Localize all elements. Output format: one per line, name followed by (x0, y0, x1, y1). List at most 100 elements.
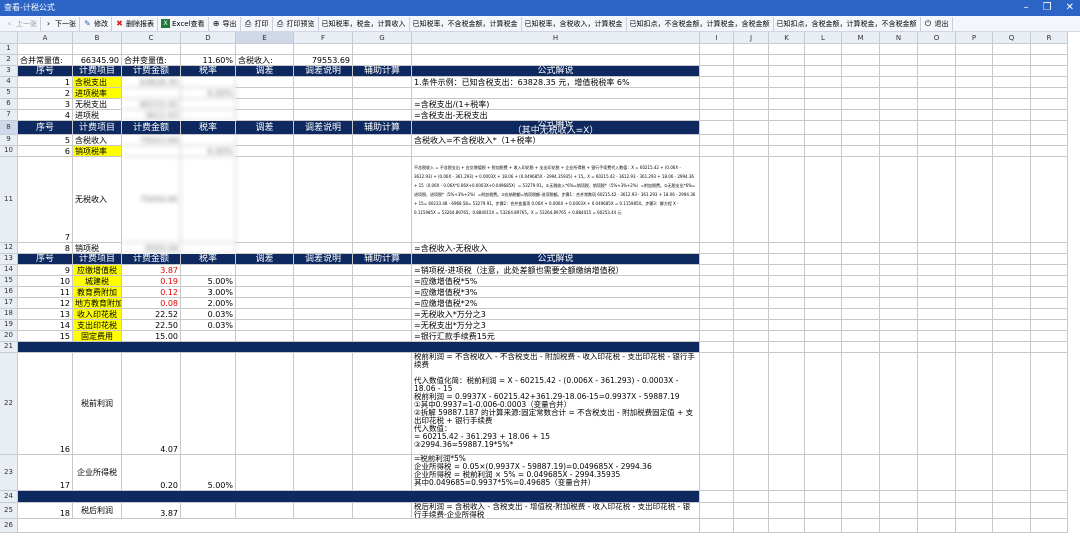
adjust-note-cell[interactable] (294, 265, 353, 276)
empty-cell[interactable] (1031, 157, 1068, 243)
rate-value[interactable] (181, 243, 236, 254)
empty-cell[interactable] (734, 121, 769, 135)
column-header[interactable]: K (769, 32, 805, 44)
adjust-note-cell[interactable] (294, 309, 353, 320)
empty-cell[interactable] (769, 342, 805, 353)
empty-cell[interactable] (1031, 135, 1068, 146)
close-icon[interactable]: ✕ (1066, 0, 1074, 16)
empty-cell[interactable] (880, 135, 918, 146)
empty-cell[interactable] (993, 254, 1031, 265)
empty-cell[interactable] (734, 254, 769, 265)
empty-cell[interactable] (805, 77, 842, 88)
empty-cell[interactable] (769, 243, 805, 254)
empty-cell[interactable] (956, 320, 993, 331)
empty-cell[interactable] (734, 353, 769, 455)
aux-cell[interactable] (353, 287, 412, 298)
adjust-cell[interactable] (236, 110, 294, 121)
empty-cell[interactable] (805, 276, 842, 287)
adjust-note-cell[interactable] (294, 331, 353, 342)
empty-cell[interactable] (700, 309, 734, 320)
empty-cell[interactable] (956, 243, 993, 254)
empty-cell[interactable] (956, 99, 993, 110)
empty-cell[interactable] (734, 309, 769, 320)
empty-cell[interactable] (880, 276, 918, 287)
amount-value[interactable]: 15.00 (122, 331, 181, 342)
amount-value[interactable] (122, 88, 181, 99)
empty-cell[interactable] (918, 287, 956, 298)
column-header[interactable]: M (842, 32, 880, 44)
empty-cell[interactable] (700, 157, 734, 243)
empty-cell[interactable] (805, 44, 842, 55)
empty-cell[interactable] (956, 298, 993, 309)
adjust-cell[interactable] (236, 146, 294, 157)
empty-cell[interactable] (993, 455, 1031, 491)
empty-cell[interactable] (880, 243, 918, 254)
empty-cell[interactable] (956, 309, 993, 320)
column-header[interactable]: R (1031, 32, 1068, 44)
empty-cell[interactable] (880, 265, 918, 276)
empty-cell[interactable] (805, 243, 842, 254)
empty-cell[interactable] (1031, 298, 1068, 309)
rate-value[interactable] (181, 353, 236, 455)
empty-cell[interactable] (880, 503, 918, 519)
empty-cell[interactable] (769, 99, 805, 110)
empty-cell[interactable] (1031, 44, 1068, 55)
empty-cell[interactable] (918, 309, 956, 320)
empty-cell[interactable] (805, 254, 842, 265)
empty-cell[interactable] (734, 146, 769, 157)
empty-cell[interactable] (734, 320, 769, 331)
empty-cell[interactable] (1031, 77, 1068, 88)
rate-value[interactable]: 0.03% (181, 320, 236, 331)
empty-cell[interactable] (769, 320, 805, 331)
empty-cell[interactable] (842, 77, 880, 88)
empty-cell[interactable] (880, 44, 918, 55)
row-header[interactable]: 25 (0, 503, 18, 519)
aux-cell[interactable] (353, 265, 412, 276)
empty-cell[interactable] (880, 519, 918, 533)
empty-cell[interactable] (1031, 353, 1068, 455)
empty-cell[interactable] (769, 503, 805, 519)
aux-cell[interactable] (353, 243, 412, 254)
empty-cell[interactable] (734, 66, 769, 77)
empty-cell[interactable] (1031, 519, 1068, 533)
empty-cell[interactable] (918, 298, 956, 309)
adjust-note-cell[interactable] (294, 99, 353, 110)
prev-button[interactable]: ‹ 上一张 (2, 16, 41, 31)
column-header[interactable]: A (18, 32, 73, 44)
empty-cell[interactable] (700, 298, 734, 309)
empty-cell[interactable] (700, 66, 734, 77)
adjust-cell[interactable] (236, 287, 294, 298)
empty-cell[interactable] (880, 110, 918, 121)
amount-value[interactable]: 4503.04 (122, 243, 181, 254)
adjust-cell[interactable] (236, 157, 294, 243)
empty-cell[interactable] (880, 121, 918, 135)
column-header[interactable]: D (181, 32, 236, 44)
empty-cell[interactable] (734, 135, 769, 146)
aux-cell[interactable] (353, 455, 412, 491)
empty-cell[interactable] (956, 353, 993, 455)
formula-button-2[interactable]: 已知税率，不含税金额，计算税金 (410, 16, 522, 31)
empty-cell[interactable] (993, 66, 1031, 77)
empty-cell[interactable] (769, 88, 805, 99)
empty-cell[interactable] (880, 157, 918, 243)
empty-cell[interactable] (918, 519, 956, 533)
empty-cell[interactable] (956, 121, 993, 135)
empty-cell[interactable] (993, 353, 1031, 455)
empty-cell[interactable] (805, 519, 842, 533)
adjust-cell[interactable] (236, 265, 294, 276)
empty-cell[interactable] (769, 66, 805, 77)
empty-cell[interactable] (18, 44, 73, 55)
empty-cell[interactable] (769, 298, 805, 309)
aux-cell[interactable] (353, 309, 412, 320)
aux-cell[interactable] (353, 298, 412, 309)
empty-cell[interactable] (700, 455, 734, 491)
empty-cell[interactable] (734, 157, 769, 243)
empty-cell[interactable] (993, 265, 1031, 276)
adjust-note-cell[interactable] (294, 455, 353, 491)
column-header[interactable]: Q (993, 32, 1031, 44)
empty-cell[interactable] (956, 265, 993, 276)
aux-cell[interactable] (353, 331, 412, 342)
empty-cell[interactable] (993, 44, 1031, 55)
empty-cell[interactable] (734, 44, 769, 55)
empty-cell[interactable] (956, 519, 993, 533)
